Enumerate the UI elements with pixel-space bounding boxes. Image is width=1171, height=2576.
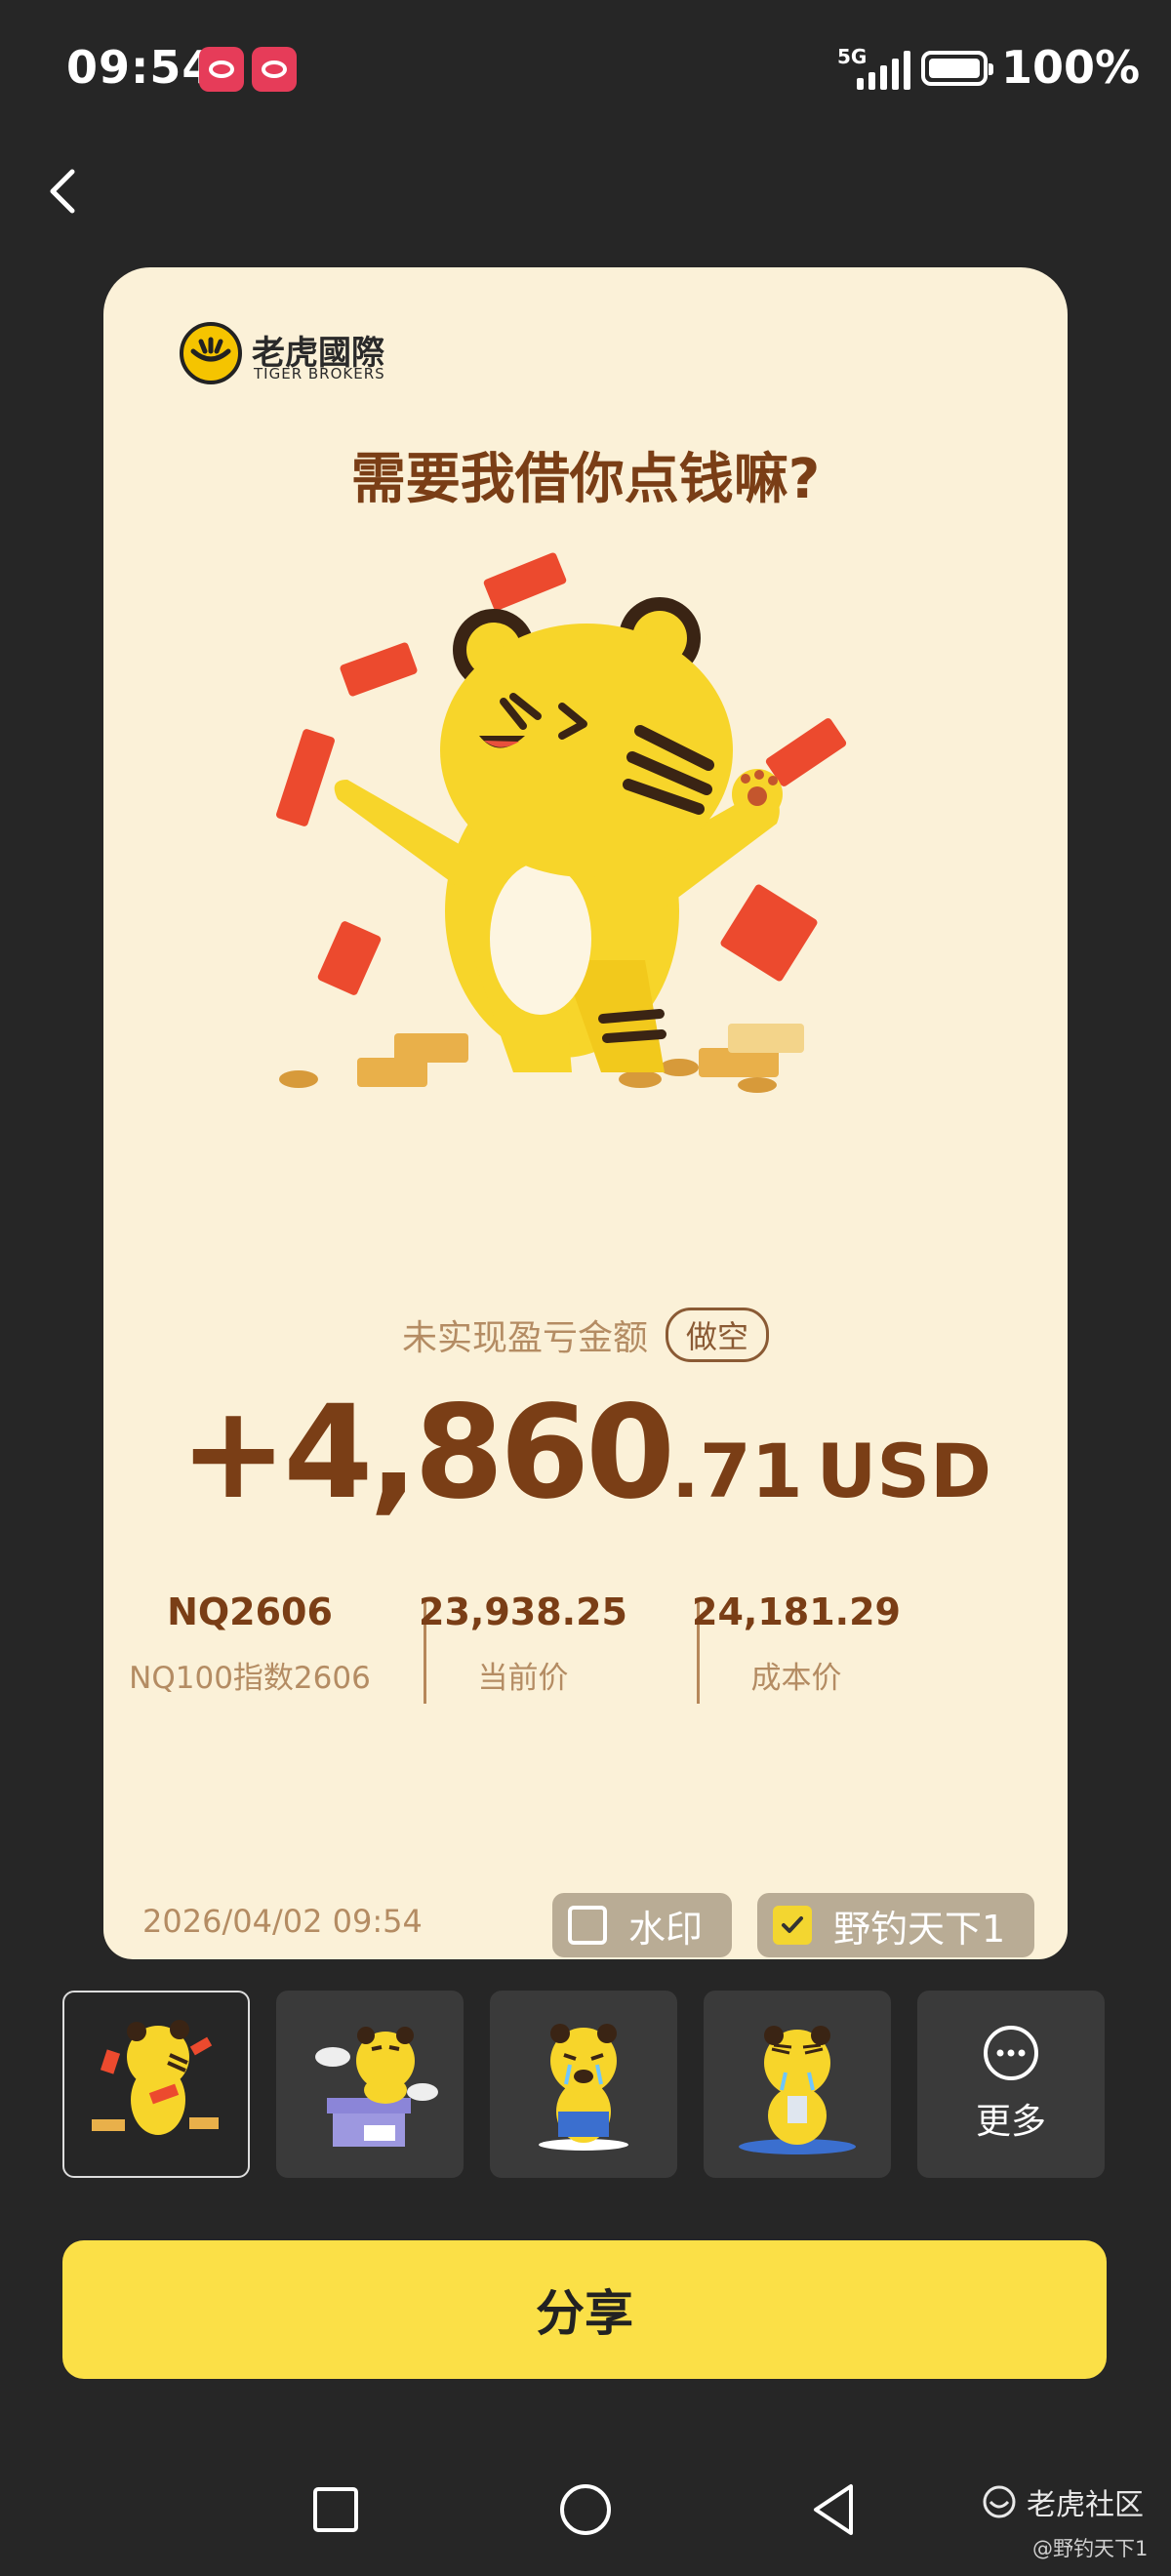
tiger-building-thumbnail-icon	[315, 2027, 438, 2147]
cost-price-label: 成本价	[750, 1661, 842, 1696]
recents-nav-icon[interactable]	[306, 2480, 365, 2539]
template-thumbnail[interactable]	[62, 1991, 250, 2178]
template-thumbnail[interactable]	[276, 1991, 464, 2178]
more-dots-icon	[984, 2026, 1038, 2080]
stat-contract: NQ2606 NQ100指数2606	[113, 1590, 386, 1697]
signal-icon	[857, 51, 910, 90]
watermark-toggle[interactable]: 水印	[552, 1893, 732, 1957]
current-price-value: 23,938.25	[419, 1590, 627, 1633]
pnl-label: 未实现盈亏金额	[401, 1318, 648, 1358]
checkmark-icon	[782, 1916, 803, 1933]
back-nav-icon[interactable]	[806, 2480, 865, 2539]
back-button[interactable]	[37, 162, 96, 221]
pnl-label-row: 未实现盈亏金额 做空	[103, 1308, 1068, 1362]
checkbox-unchecked-icon	[568, 1906, 607, 1945]
nickname-toggle[interactable]: 野钓天下1	[757, 1893, 1034, 1957]
community-watermark-user: @野钓天下1	[1032, 2537, 1149, 2560]
share-button[interactable]: 分享	[62, 2240, 1107, 2379]
card-headline: 需要我借你点钱嘛?	[350, 448, 821, 511]
contract-code: NQ2606	[167, 1590, 333, 1633]
watermark-label: 水印	[628, 1907, 704, 1951]
tiger-community-logo-icon	[983, 2485, 1016, 2518]
tiger-mascot-illustration	[276, 552, 847, 1093]
current-price-label: 当前价	[477, 1661, 569, 1696]
contract-name: NQ100指数2606	[129, 1661, 371, 1696]
tiger-sad-thumbnail-icon	[739, 2026, 856, 2154]
carrier-icon	[199, 47, 244, 92]
tiger-money-thumbnail-icon	[92, 2020, 219, 2135]
template-thumbnail[interactable]	[704, 1991, 891, 2178]
checkbox-checked-icon	[773, 1906, 812, 1945]
pnl-share-card: 老虎國際 TIGER BROKERS 需要我借你点钱嘛? 未实现盈亏金额 做空 …	[103, 267, 1068, 1959]
home-nav-icon[interactable]	[556, 2480, 615, 2539]
more-templates-button[interactable]: 更多	[917, 1991, 1105, 2178]
pnl-currency: USD	[816, 1428, 992, 1514]
carrier-icon	[252, 47, 297, 92]
more-label: 更多	[975, 2102, 1046, 2142]
brand-name-en: TIGER BROKERS	[254, 365, 385, 382]
battery-icon	[921, 51, 993, 86]
tiger-logo-icon	[180, 322, 242, 384]
status-time: 09:54	[66, 41, 215, 94]
pnl-amount-integer: +4,860	[179, 1378, 675, 1528]
card-timestamp: 2026/04/02 09:54	[142, 1903, 423, 1940]
nickname-label: 野钓天下1	[833, 1907, 1006, 1951]
pnl-amount-decimal: .71	[670, 1428, 803, 1514]
battery-percent: 100%	[1001, 41, 1141, 94]
position-badge: 做空	[666, 1308, 770, 1362]
stat-cost-price: 24,181.29 成本价	[660, 1590, 933, 1697]
pnl-amount: +4,860.71 USD	[103, 1378, 1068, 1528]
community-watermark-name: 老虎社区	[1027, 2488, 1144, 2522]
stat-current-price: 23,938.25 当前价	[386, 1590, 660, 1697]
template-thumbnail[interactable]	[490, 1991, 677, 2178]
chevron-left-icon	[50, 169, 75, 214]
tiger-crying-thumbnail-icon	[539, 2024, 628, 2151]
cost-price-value: 24,181.29	[692, 1590, 901, 1633]
